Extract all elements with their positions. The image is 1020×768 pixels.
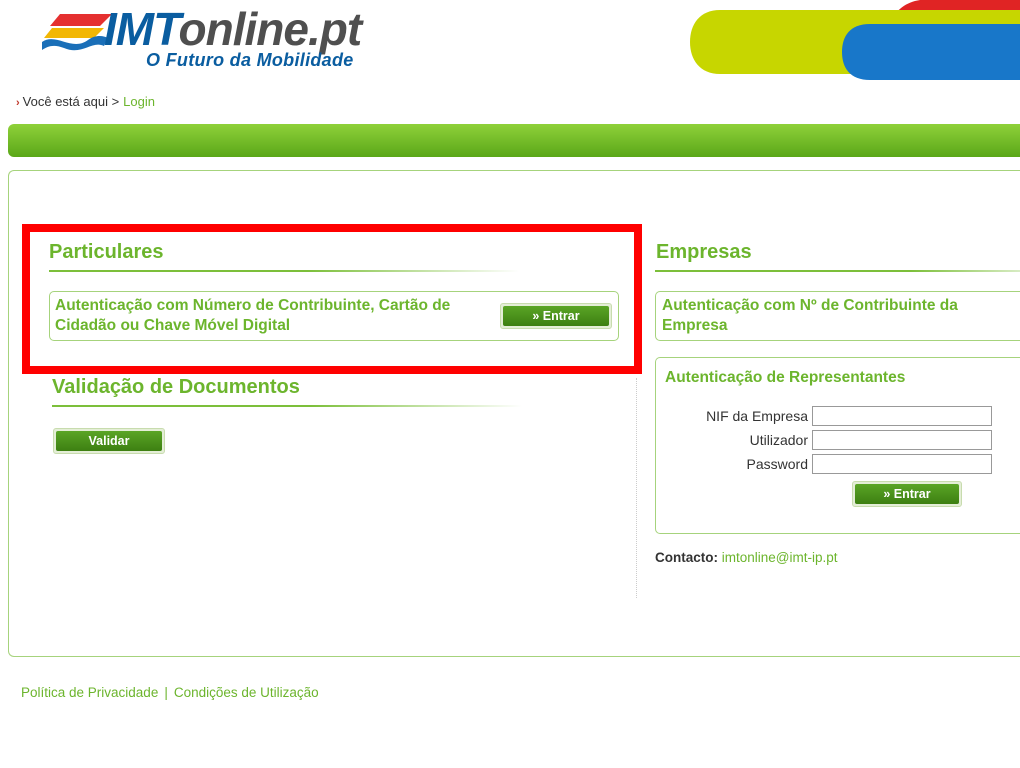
footer-separator: |	[164, 685, 168, 700]
privacy-policy-link[interactable]: Política de Privacidade	[21, 685, 158, 700]
breadcrumb-arrow-icon: ›	[16, 97, 20, 109]
header-decoration	[690, 0, 1020, 80]
empresas-auth-text[interactable]: Autenticação com Nº de Contribuinte da E…	[662, 296, 1002, 336]
footer: Política de Privacidade | Condições de Uti…	[21, 685, 319, 700]
nif-label: NIF da Empresa	[706, 408, 808, 424]
validar-label: Validar	[56, 431, 162, 451]
representantes-entrar-button[interactable]: » Entrar	[852, 481, 962, 507]
terms-link[interactable]: Condições de Utilização	[174, 685, 319, 700]
breadcrumb-login-link[interactable]: Login	[123, 94, 155, 109]
nif-input[interactable]	[812, 406, 992, 426]
logo-wordmark: IMTonline.pt	[104, 3, 362, 55]
utilizador-input[interactable]	[812, 430, 992, 450]
validar-button[interactable]: Validar	[53, 428, 165, 454]
password-label: Password	[746, 456, 808, 472]
representantes-title: Autenticação de Representantes	[665, 369, 906, 386]
empresas-underline	[655, 270, 1020, 272]
breadcrumb-prefix: Você está aqui >	[22, 94, 120, 109]
contact-label: Contacto:	[655, 550, 718, 565]
empresas-title: Empresas	[656, 241, 752, 263]
imt-online-logo[interactable]: IMTonline.pt O Futuro da Mobilidade	[42, 3, 422, 72]
logo-tagline: O Futuro da Mobilidade	[146, 50, 354, 70]
contact: Contacto: imtonline@imt-ip.pt	[655, 550, 838, 565]
validacao-underline	[52, 405, 522, 407]
header-green-bar	[8, 124, 1020, 157]
password-input[interactable]	[812, 454, 992, 474]
breadcrumb: › Você está aqui > Login	[16, 94, 155, 109]
utilizador-label: Utilizador	[749, 432, 808, 448]
validacao-title: Validação de Documentos	[52, 376, 300, 398]
highlight-box	[22, 224, 642, 374]
column-divider	[636, 378, 637, 598]
representantes-entrar-label: » Entrar	[855, 484, 959, 504]
contact-email-link[interactable]: imtonline@imt-ip.pt	[722, 550, 838, 565]
